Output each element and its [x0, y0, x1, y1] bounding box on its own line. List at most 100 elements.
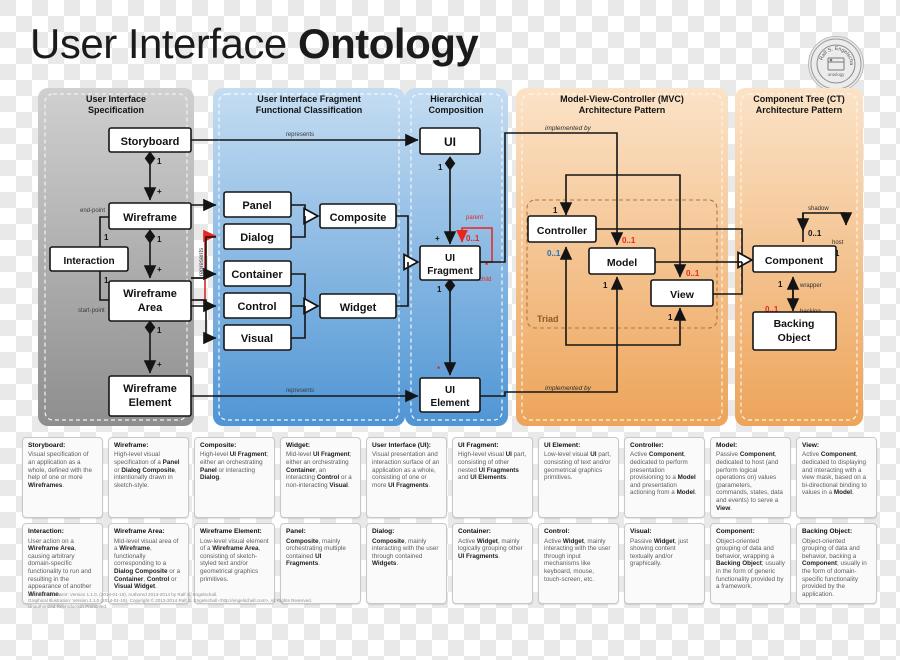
node-container[interactable]: Container	[223, 260, 292, 287]
legend-card: View: Active Component, dedicated to disp…	[796, 437, 877, 519]
legend-row-1: Storyboard: Visual specification of an ap…	[22, 437, 882, 519]
panel-title-uifc-line2: Functional Classification	[256, 105, 363, 115]
mult-view-in: 0..1	[686, 269, 700, 278]
triad-label: Triad	[537, 314, 559, 324]
ontology-diagram: User Interface Specification User Interf…	[38, 88, 863, 426]
node-storyboard[interactable]: Storyboard	[108, 127, 192, 153]
legend-definition: Composite, mainly orchestrating multiple…	[286, 537, 346, 568]
node-control[interactable]: Control	[223, 292, 292, 319]
node-visual-label: Visual	[241, 333, 273, 345]
node-backing-object-line2: Object	[778, 332, 811, 344]
legend-term: Backing Object:	[802, 528, 853, 536]
node-controller-label: Controller	[537, 225, 587, 237]
legend-definition: Active Component, dedicated to displayin…	[802, 451, 867, 497]
node-wireframe-label: Wireframe	[123, 212, 177, 224]
node-ui-label: UI	[444, 135, 456, 149]
legend-definition: Passive Widget, just showing content tex…	[630, 537, 689, 568]
legend-term: Control:	[544, 528, 570, 536]
node-ui-fragment-line1: UI	[445, 253, 455, 264]
legend-definition: Visual presentation and interaction surf…	[372, 451, 440, 489]
mult-component-shadow: 0..1	[808, 229, 822, 238]
legend-term: Storyboard:	[28, 442, 66, 449]
node-dialog[interactable]: Dialog	[223, 223, 292, 250]
legend-card: Widget: Mid-level UI Fragment; either an …	[280, 437, 361, 519]
legend-definition: Active Component, dedicated to perform p…	[630, 451, 697, 497]
panel-title-hc-line1: Hierarchical	[430, 94, 482, 104]
legend-term: Composite:	[200, 442, 237, 449]
node-panel-label: Panel	[242, 200, 271, 212]
panel-title-hc-line2: Composition	[429, 105, 484, 115]
mult-controller-out: 0..1	[547, 249, 561, 258]
panel-title-uis-line2: Specification	[88, 105, 144, 115]
legend-definition: Object-oriented grouping of data and beh…	[716, 537, 785, 591]
legend: Storyboard: Visual specification of an ap…	[22, 437, 882, 609]
node-controller[interactable]: Controller	[527, 215, 597, 243]
mult-model-out: 1	[603, 281, 608, 290]
legend-term: Wireframe Area:	[114, 528, 165, 536]
node-storyboard-label: Storyboard	[121, 136, 180, 148]
mult-storyboard-wireframe-dst: +	[157, 187, 162, 196]
legend-card: Model: Passive Component, dedicated to ho…	[710, 437, 791, 519]
mult-area-element-dst: +	[157, 360, 162, 369]
node-backing-object[interactable]: Backing Object	[752, 311, 837, 351]
edge-label-represents-wireframe: represents	[199, 248, 205, 276]
node-interaction[interactable]: Interaction	[49, 246, 129, 272]
mult-storyboard-wireframe-src: 1	[157, 157, 162, 166]
node-ui-element-line1: UI	[445, 385, 455, 396]
node-wireframe[interactable]: Wireframe	[108, 202, 192, 230]
legend-card: Controller: Active Component, dedicated t…	[624, 437, 705, 519]
panel-title-mvc-line2: Architecture Pattern	[579, 105, 666, 115]
node-visual[interactable]: Visual	[223, 324, 292, 351]
legend-definition: Passive Component, dedicated to host (an…	[716, 451, 783, 512]
legend-definition: Active Widget, mainly logically grouping…	[458, 537, 523, 560]
node-view-label: View	[670, 289, 695, 301]
legend-term: Widget:	[286, 442, 311, 449]
legend-term: Panel:	[286, 528, 306, 536]
legend-card: User Interface (UI): Visual presentation …	[366, 437, 447, 519]
mult-area-element-src: 1	[157, 326, 162, 335]
mult-wrapper: 1	[778, 280, 783, 289]
edge-label-shadow: shadow	[808, 206, 829, 212]
panel-title-ct-line2: Architecture Pattern	[756, 105, 843, 115]
node-ui-element[interactable]: UI Element	[419, 377, 481, 413]
legend-definition: High-level visual UI part, consisting of…	[458, 451, 527, 482]
legend-card: Composite: High-level UI Fragment; either…	[194, 437, 275, 519]
mult-wireframe-area-dst: +	[157, 265, 162, 274]
edge-label-implemented-by-top: implemented by	[545, 125, 592, 132]
node-widget[interactable]: Widget	[319, 293, 397, 319]
node-model[interactable]: Model	[588, 247, 656, 275]
node-panel[interactable]: Panel	[223, 191, 292, 218]
node-wireframe-element[interactable]: Wireframe Element	[108, 375, 192, 417]
legend-card: Storyboard: Visual specification of an ap…	[22, 437, 103, 519]
node-composite[interactable]: Composite	[319, 203, 397, 229]
legend-term: Interaction:	[28, 528, 64, 536]
panel-title-ct-line1: Component Tree (CT)	[753, 94, 845, 104]
edge-label-parent: parent	[466, 215, 483, 221]
legend-term: Controller:	[630, 442, 664, 449]
panel-title-mvc-line1: Model-View-Controller (MVC)	[560, 94, 684, 104]
footer-line-3: Unauthorized Reproduction Prohibited.	[28, 604, 108, 609]
legend-definition: Active Widget, mainly interacting with t…	[544, 537, 611, 583]
node-ui-fragment-line2: Fragment	[427, 266, 473, 277]
mult-controller-in: 1	[553, 206, 558, 215]
node-component[interactable]: Component	[752, 245, 837, 273]
edge-label-child: child	[479, 277, 491, 283]
panel-background-uifc	[213, 88, 405, 426]
node-wireframe-element-line2: Element	[129, 397, 172, 409]
node-ui[interactable]: UI	[419, 127, 481, 155]
legend-definition: High-level UI Fragment; either an orches…	[200, 451, 269, 482]
legend-definition: Mid-level visual area of a Wireframe, fu…	[114, 537, 181, 591]
legend-term: Dialog:	[372, 528, 395, 536]
legend-term: Container:	[458, 528, 491, 536]
mult-wireframe-area-src: 1	[157, 235, 162, 244]
node-wireframe-area[interactable]: Wireframe Area	[108, 280, 192, 322]
node-ui-fragment[interactable]: UI Fragment	[419, 245, 481, 281]
node-backing-object-line1: Backing	[774, 318, 815, 330]
node-model-label: Model	[607, 257, 637, 269]
legend-term: Component:	[716, 528, 755, 536]
copyright-footer: Intellectual Content: Version 1.1.0, (20…	[28, 592, 548, 610]
node-view[interactable]: View	[650, 279, 714, 307]
legend-definition: Visual specification of an application a…	[28, 451, 93, 489]
legend-term: User Interface (UI):	[372, 442, 431, 449]
mult-ui-uifragment-src: 1	[438, 163, 443, 172]
